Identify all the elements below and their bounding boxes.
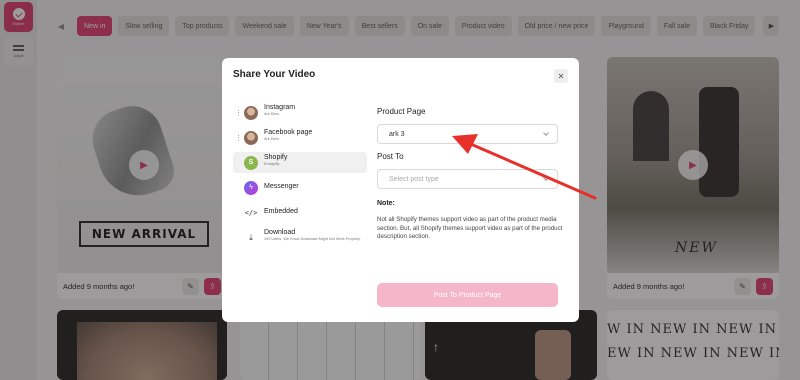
- platform-account: Embiplify: [264, 162, 280, 166]
- platform-account: 100 Users, We Know Download Might Not Wo…: [264, 237, 361, 241]
- code-icon: </>: [244, 208, 258, 217]
- post-type-placeholder: Select post type: [389, 175, 439, 183]
- platform-name: Messenger: [264, 183, 299, 190]
- note-heading: Note:: [377, 200, 395, 207]
- post-to-label: Post To: [377, 152, 404, 161]
- platform-name: Download: [264, 229, 296, 236]
- shopify-icon: S: [244, 155, 258, 170]
- platform-name: Facebook page: [264, 129, 313, 136]
- drag-handle-icon[interactable]: ⋮: [235, 109, 242, 117]
- post-type-select[interactable]: Select post type: [377, 169, 558, 189]
- modal-title: Share Your Video: [233, 69, 316, 80]
- platform-item-facebook[interactable]: ⋮ Facebook page Ark Klein: [233, 127, 367, 148]
- avatar-icon: [244, 105, 258, 120]
- platform-name: Shopify: [264, 154, 288, 161]
- platform-item-messenger[interactable]: ϟ Messenger: [233, 177, 367, 198]
- platform-name: Instagram: [264, 104, 296, 111]
- chevron-down-icon: [543, 175, 549, 181]
- drag-handle-icon[interactable]: ⋮: [235, 134, 242, 142]
- platform-account: Ark Klein: [264, 112, 280, 116]
- post-to-product-page-button[interactable]: Post To Product Page: [377, 283, 558, 307]
- close-icon[interactable]: ✕: [554, 69, 568, 83]
- product-page-select[interactable]: ark 3: [377, 124, 558, 144]
- platform-item-shopify[interactable]: S Shopify Embiplify: [233, 152, 367, 173]
- product-page-label: Product Page: [377, 107, 426, 116]
- note-text: Not all Shopify themes support video as …: [377, 216, 563, 240]
- messenger-icon: ϟ: [244, 180, 258, 195]
- platform-item-instagram[interactable]: ⋮ Instagram Ark Klein: [233, 102, 367, 123]
- share-video-modal: Share Your Video ✕ ⋮ Instagram Ark Klein…: [222, 58, 579, 322]
- avatar-icon: [244, 130, 258, 145]
- product-page-value: ark 3: [389, 130, 405, 138]
- platform-name: Embedded: [264, 208, 298, 215]
- platform-item-download[interactable]: ⤓ Download 100 Users, We Know Download M…: [233, 227, 367, 248]
- chevron-down-icon: [543, 130, 549, 136]
- download-icon: ⤓: [249, 232, 253, 242]
- platform-item-embedded[interactable]: </> Embedded: [233, 202, 367, 223]
- platform-account: Ark Klein: [264, 137, 280, 141]
